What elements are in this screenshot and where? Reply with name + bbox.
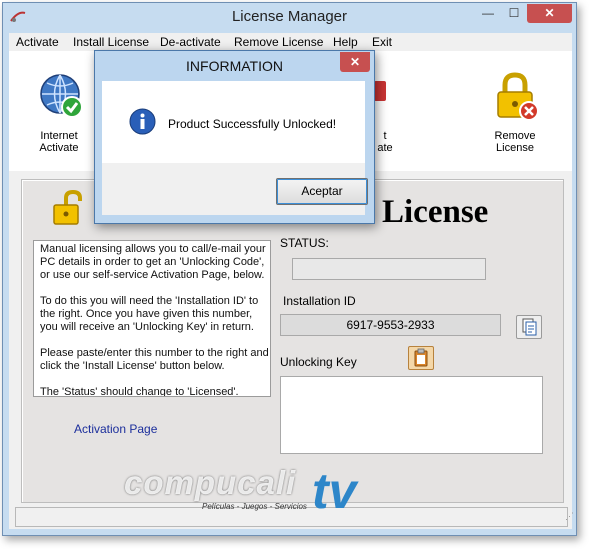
- status-field: [292, 258, 486, 280]
- dialog-footer: Aceptar: [102, 163, 368, 215]
- dialog-message: Product Successfully Unlocked!: [168, 117, 337, 131]
- title-bar[interactable]: License Manager — ☐ ✕: [3, 3, 576, 33]
- menu-bar: Activate Install License De-activate Rem…: [9, 33, 572, 51]
- unlocking-key-label: Unlocking Key: [280, 355, 357, 369]
- info-icon: [129, 108, 156, 135]
- resize-grip-icon[interactable]: ⋰: [565, 511, 575, 523]
- dialog-body: Product Successfully Unlocked! Aceptar: [102, 81, 368, 215]
- instructions-paragraph: The 'Status' should change to 'Licensed'…: [40, 386, 239, 397]
- menu-help[interactable]: Help: [333, 35, 358, 49]
- unlocking-key-input[interactable]: [280, 376, 543, 454]
- maximize-button[interactable]: ☐: [501, 4, 527, 23]
- menu-activate[interactable]: Activate: [16, 35, 59, 49]
- menu-deactivate[interactable]: De-activate: [160, 35, 221, 49]
- menu-remove-license[interactable]: Remove License: [234, 35, 323, 49]
- menu-exit[interactable]: Exit: [372, 35, 392, 49]
- dialog-close-button[interactable]: ✕: [340, 52, 370, 72]
- information-dialog: INFORMATION ✕ Product Successfully Unloc…: [94, 50, 375, 224]
- close-button[interactable]: ✕: [527, 4, 572, 23]
- menu-install-license[interactable]: Install License: [73, 35, 149, 49]
- open-padlock-icon: [52, 189, 88, 229]
- copy-icon: [522, 318, 537, 336]
- remove-license-label: Remove License: [494, 130, 536, 154]
- dialog-title: INFORMATION: [186, 58, 283, 74]
- watermark-tagline: Películas - Juegos - Servicios: [202, 502, 307, 511]
- activation-page-link[interactable]: Activation Page: [74, 422, 157, 436]
- panel-heading: License: [382, 194, 489, 230]
- remove-license-button[interactable]: Remove License: [475, 51, 555, 166]
- license-panel: License Manual licensing allows you to c…: [21, 179, 564, 503]
- copy-installation-id-button[interactable]: [516, 315, 542, 339]
- accept-button[interactable]: Aceptar: [276, 178, 368, 205]
- minimize-button[interactable]: —: [475, 4, 501, 23]
- globe-check-icon: [39, 73, 85, 122]
- paste-icon: [414, 348, 428, 367]
- paste-unlocking-key-button[interactable]: [408, 346, 434, 370]
- instructions-paragraph: Please paste/enter this number to the ri…: [40, 347, 269, 372]
- instructions-paragraph: To do this you will need the 'Installati…: [40, 295, 259, 333]
- internet-activate-label: Internet Activate: [39, 130, 79, 154]
- installation-id-label: Installation ID: [283, 294, 356, 308]
- internet-activate-button[interactable]: Internet Activate: [19, 51, 99, 166]
- instructions-text: Manual licensing allows you to call/e-ma…: [33, 240, 271, 397]
- padlock-red-x-icon: [493, 71, 541, 124]
- status-label: STATUS:: [280, 236, 329, 250]
- watermark-brand: compucali: [124, 464, 297, 501]
- partial-icon: [374, 81, 386, 101]
- watermark-brand-tv: tv: [312, 463, 357, 519]
- instructions-paragraph: Manual licensing allows you to call/e-ma…: [40, 243, 266, 281]
- installation-id-field[interactable]: 6917-9553-2933: [280, 314, 501, 336]
- watermark-logo: compucali tv Películas - Juegos - Servic…: [124, 458, 414, 530]
